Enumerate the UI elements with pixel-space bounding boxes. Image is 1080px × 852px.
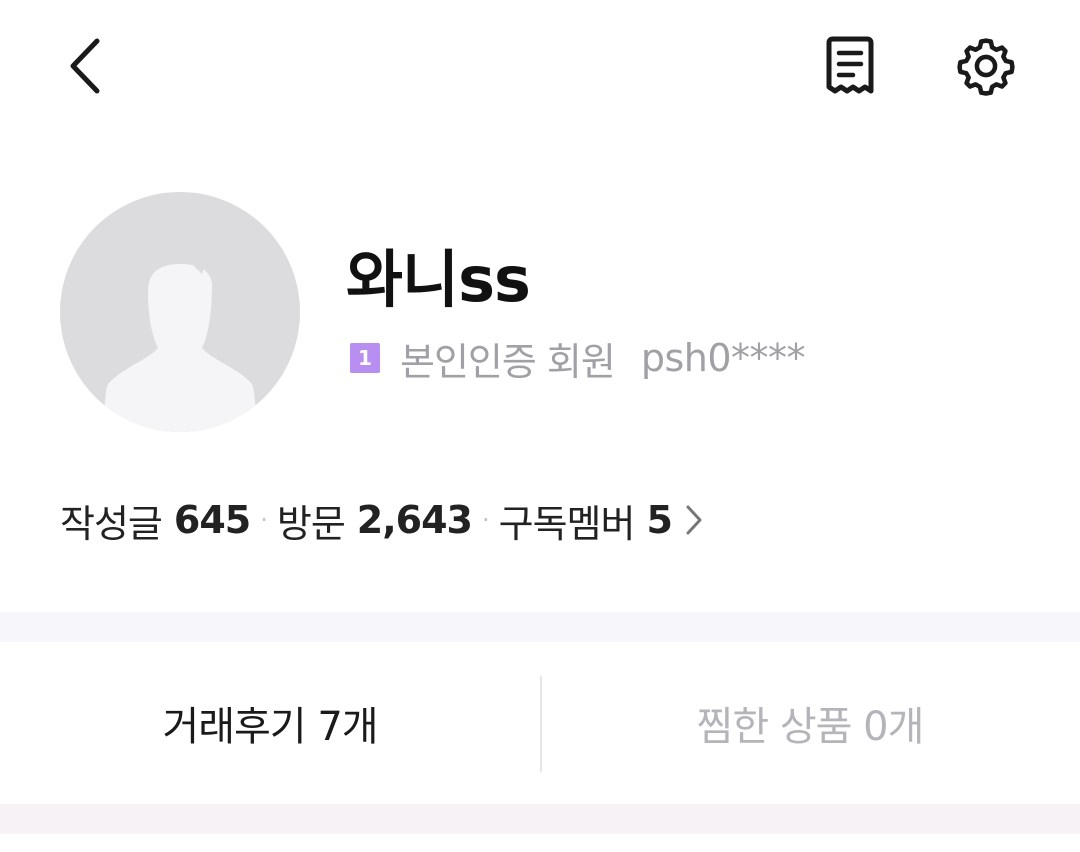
activity-tabs: 거래후기 7개 찜한 상품 0개 — [0, 642, 1080, 804]
chevron-right-icon — [686, 505, 702, 535]
tab-trade-reviews[interactable]: 거래후기 7개 — [0, 642, 540, 804]
back-button[interactable] — [52, 30, 118, 102]
posts-label: 작성글 — [60, 501, 163, 546]
profile-header: 와니ss 1 본인인증 회원 psh0**** — [0, 190, 1080, 440]
section-divider — [0, 612, 1080, 642]
separator-dot: · — [260, 506, 268, 534]
subscribers-count: 5 — [646, 498, 672, 542]
avatar[interactable] — [60, 192, 300, 432]
visits-label: 방문 — [276, 501, 346, 546]
subscribers-label: 구독멤버 — [498, 501, 636, 546]
nickname: 와니ss — [346, 243, 531, 316]
stats-row[interactable]: 작성글 645 · 방문 2,643 · 구독멤버 5 — [60, 492, 704, 548]
level-badge: 1 — [350, 343, 380, 373]
settings-button[interactable] — [948, 30, 1024, 102]
verification-label: 본인인증 회원 — [400, 339, 616, 384]
verification-row: 1 본인인증 회원 psh0**** — [350, 336, 806, 384]
receipt-icon — [826, 36, 874, 94]
tab-liked-items[interactable]: 찜한 상품 0개 — [540, 642, 1080, 804]
visits-count: 2,643 — [356, 498, 473, 542]
gear-icon — [957, 38, 1015, 96]
receipt-button[interactable] — [812, 30, 888, 102]
separator-dot: · — [481, 506, 490, 534]
user-id: psh0**** — [640, 336, 806, 380]
posts-count: 645 — [173, 498, 251, 542]
tab-divider — [540, 676, 542, 772]
default-avatar-icon — [104, 262, 256, 432]
section-divider — [0, 804, 1080, 834]
top-app-bar — [0, 0, 1080, 132]
chevron-left-icon — [70, 38, 100, 94]
